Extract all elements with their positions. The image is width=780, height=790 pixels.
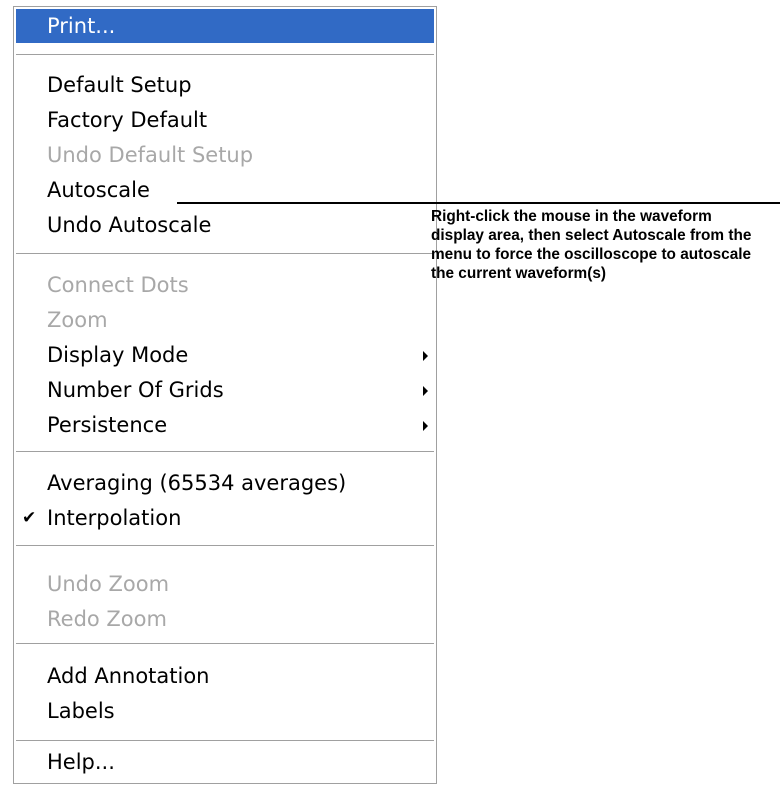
submenu-arrow-icon (423, 421, 428, 431)
menu-item-default-setup[interactable]: Default Setup (16, 68, 434, 102)
submenu-arrow-icon (423, 351, 428, 361)
menu-item-redo-zoom: Redo Zoom (16, 602, 434, 636)
menu-item-label: Averaging (65534 averages) (47, 471, 347, 495)
menu-item-factory-default[interactable]: Factory Default (16, 103, 434, 137)
callout-annotation: Right-click the mouse in the waveform di… (431, 208, 752, 282)
menu-item-print[interactable]: Print... (16, 9, 434, 43)
callout-leader-line (177, 202, 780, 204)
menu-item-label: Print... (47, 14, 116, 38)
menu-separator (16, 54, 434, 56)
checkmark-icon: ✔ (22, 508, 37, 528)
menu-item-label: Autoscale (47, 178, 150, 202)
menu-item-zoom: Zoom (16, 303, 434, 337)
menu-item-label: Persistence (47, 413, 168, 437)
menu-separator (16, 253, 434, 255)
menu-item-undo-default-setup: Undo Default Setup (16, 138, 434, 172)
menu-separator (16, 451, 434, 453)
menu-separator (16, 740, 434, 742)
menu-separator (16, 643, 434, 645)
menu-item-label: Undo Autoscale (47, 213, 212, 237)
menu-item-undo-zoom: Undo Zoom (16, 567, 434, 601)
menu-item-label: Help... (47, 750, 115, 774)
menu-item-interpolation[interactable]: ✔ Interpolation (16, 501, 434, 535)
menu-item-label: Undo Zoom (47, 572, 170, 596)
menu-item-label: Connect Dots (47, 273, 189, 297)
menu-item-label: Display Mode (47, 343, 189, 367)
menu-item-label: Undo Default Setup (47, 143, 254, 167)
menu-item-persistence[interactable]: Persistence (16, 408, 434, 442)
menu-item-number-of-grids[interactable]: Number Of Grids (16, 373, 434, 407)
menu-item-label: Default Setup (47, 73, 192, 97)
menu-item-label: Number Of Grids (47, 378, 224, 402)
menu-item-connect-dots: Connect Dots (16, 268, 434, 302)
menu-item-label: Add Annotation (47, 664, 210, 688)
menu-item-label: Factory Default (47, 108, 208, 132)
menu-item-undo-autoscale[interactable]: Undo Autoscale (16, 208, 434, 242)
menu-item-display-mode[interactable]: Display Mode (16, 338, 434, 372)
menu-item-help[interactable]: Help... (16, 745, 434, 779)
menu-item-label: Zoom (47, 308, 108, 332)
menu-item-label: Labels (47, 699, 115, 723)
menu-item-label: Redo Zoom (47, 607, 167, 631)
menu-item-labels[interactable]: Labels (16, 694, 434, 728)
menu-item-label: Interpolation (47, 506, 182, 530)
context-menu: Print... Default Setup Factory Default U… (13, 6, 437, 784)
menu-item-averaging[interactable]: Averaging (65534 averages) (16, 466, 434, 500)
menu-item-add-annotation[interactable]: Add Annotation (16, 659, 434, 693)
submenu-arrow-icon (423, 386, 428, 396)
menu-separator (16, 545, 434, 547)
